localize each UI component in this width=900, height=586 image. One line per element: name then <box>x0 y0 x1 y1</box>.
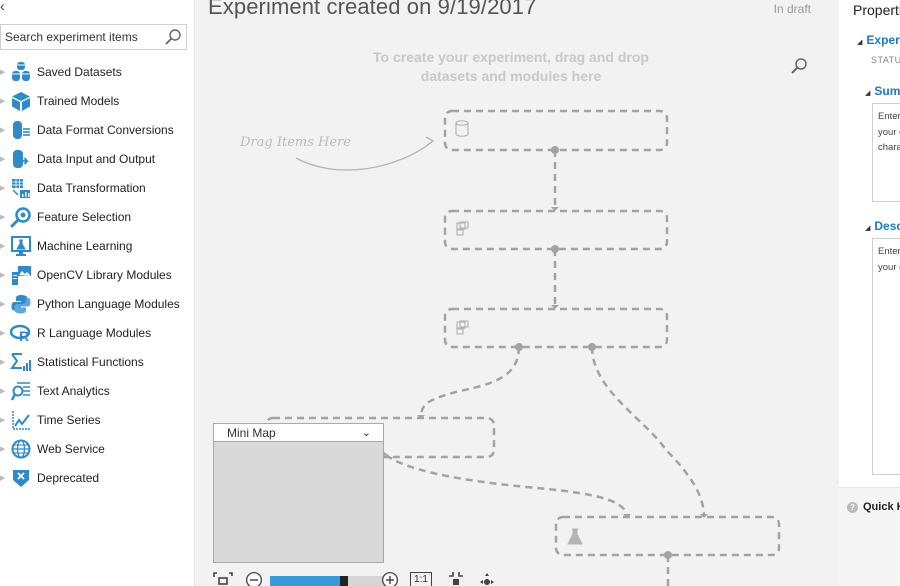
transform-module-icon <box>456 320 469 335</box>
palette-item-data-transformation[interactable]: ▶ Data Transformation <box>0 173 195 202</box>
expand-arrow-icon[interactable]: ▶ <box>0 155 10 163</box>
zoom-slider[interactable] <box>270 576 386 586</box>
opencv-icon <box>10 264 32 286</box>
expand-arrow-icon[interactable]: ▶ <box>0 300 10 308</box>
summary-textarea[interactable]: Enter a few sentences your experiment (u… <box>872 103 900 202</box>
fit-to-screen-icon[interactable] <box>212 571 234 586</box>
expand-arrow-icon[interactable]: ▶ <box>0 445 10 453</box>
properties-title: Properties <box>853 2 900 18</box>
minimap-label: Mini Map <box>227 425 276 440</box>
zoom-out-icon[interactable] <box>243 571 265 586</box>
search-input[interactable] <box>1 25 161 49</box>
palette-search <box>0 24 187 50</box>
statistics-icon <box>10 351 32 373</box>
placeholder-train-box <box>554 515 781 557</box>
placeholder-module-box-1 <box>443 209 669 251</box>
drag-arrow-head <box>425 136 435 146</box>
expand-arrow-icon[interactable]: ▶ <box>0 126 10 134</box>
palette-item-machine-learning[interactable]: ▶ Machine Learning <box>0 231 195 260</box>
r-language-icon: R <box>10 322 32 344</box>
experiment-canvas[interactable]: Experiment created on 9/19/2017 In draft… <box>196 0 839 586</box>
datasets-icon <box>10 61 32 83</box>
cube-icon <box>10 90 32 112</box>
chevron-left-icon: ‹ <box>0 0 5 14</box>
expand-arrow-icon[interactable]: ▶ <box>0 271 10 279</box>
description-section-header[interactable]: ◢Description <box>865 219 900 233</box>
module-palette: ‹ ▶ Saved Datasets ▶ Trained <box>0 0 195 586</box>
minimap-header[interactable]: Mini Map ⌄ <box>214 424 383 442</box>
palette-item-trained-models[interactable]: ▶ Trained Models <box>0 86 195 115</box>
collapse-triangle-icon: ◢ <box>865 90 871 97</box>
expand-arrow-icon[interactable]: ▶ <box>0 97 10 105</box>
flask-icon <box>567 528 583 545</box>
placeholder-dataset-box <box>443 109 669 152</box>
expand-arrow-icon[interactable]: ▶ <box>0 474 10 482</box>
data-transform-icon <box>10 177 32 199</box>
expand-arrow-icon[interactable]: ▶ <box>0 184 10 192</box>
zoom-toolbar: 1:1 <box>210 568 510 586</box>
quick-help-toggle[interactable]: ? Quick Help <box>847 501 900 513</box>
text-analytics-icon <box>10 380 32 402</box>
machine-learning-icon <box>10 235 32 257</box>
palette-item-statistical-functions[interactable]: ▶ Statistical Functions <box>0 347 195 376</box>
placeholder-module-box-2 <box>443 307 669 349</box>
palette-item-time-series[interactable]: ▶ Time Series <box>0 405 195 434</box>
palette-item-python[interactable]: ▶ Python Language Modules <box>0 289 195 318</box>
search-icon[interactable] <box>164 28 182 46</box>
transform-module-icon <box>456 221 469 236</box>
globe-icon <box>10 438 32 460</box>
zoom-slider-fill <box>270 576 340 586</box>
summary-section-header[interactable]: ◢Summary <box>865 84 900 98</box>
palette-item-data-input-output[interactable]: ▶ Data Input and Output <box>0 144 195 173</box>
python-icon <box>10 293 32 315</box>
azure-ml-studio: ‹ ▶ Saved Datasets ▶ Trained <box>0 0 900 586</box>
expand-arrow-icon[interactable]: ▶ <box>0 358 10 366</box>
palette-item-text-analytics[interactable]: ▶ Text Analytics <box>0 376 195 405</box>
expand-arrow-icon[interactable]: ▶ <box>0 242 10 250</box>
palette-list: ▶ Saved Datasets ▶ Trained Models ▶ Data… <box>0 57 195 492</box>
palette-item-deprecated[interactable]: ▶ Deprecated <box>0 463 195 492</box>
expand-arrow-icon[interactable]: ▶ <box>0 329 10 337</box>
expand-arrow-icon[interactable]: ▶ <box>0 213 10 221</box>
expand-arrow-icon[interactable]: ▶ <box>0 387 10 395</box>
zoom-in-icon[interactable] <box>379 571 401 586</box>
properties-panel: Properties ◢Experiment STATUS ◢Summary E… <box>839 0 900 586</box>
palette-item-web-service[interactable]: ▶ Web Service <box>0 434 195 463</box>
collapse-palette-button[interactable]: ‹ <box>0 0 16 14</box>
cylinder-icon <box>455 120 469 137</box>
time-series-icon <box>10 409 32 431</box>
quick-help-panel: ? Quick Help <box>839 487 900 586</box>
drag-arrow <box>295 141 433 171</box>
collapse-triangle-icon: ◢ <box>857 39 863 46</box>
palette-item-data-format-conversions[interactable]: ▶ Data Format Conversions <box>0 115 195 144</box>
chevron-down-icon[interactable]: ⌄ <box>362 426 371 439</box>
data-io-icon <box>10 148 32 170</box>
zoom-slider-thumb[interactable] <box>340 576 348 586</box>
collapse-triangle-icon: ◢ <box>865 225 871 232</box>
actual-size-button[interactable]: 1:1 <box>410 572 432 586</box>
expand-arrow-icon[interactable]: ▶ <box>0 68 10 76</box>
palette-item-r-language[interactable]: ▶ R R Language Modules <box>0 318 195 347</box>
expand-arrow-icon[interactable]: ▶ <box>0 416 10 424</box>
data-format-icon <box>10 119 32 141</box>
palette-item-saved-datasets[interactable]: ▶ Saved Datasets <box>0 57 195 86</box>
actual-size-label: 1:1 <box>414 574 428 585</box>
experiment-section-header[interactable]: ◢Experiment <box>857 33 900 47</box>
help-icon: ? <box>847 501 858 513</box>
status-label: STATUS <box>871 55 900 65</box>
palette-item-opencv[interactable]: ▶ OpenCV Library Modules <box>0 260 195 289</box>
center-view-icon[interactable] <box>446 571 466 586</box>
svg-text:R: R <box>19 328 29 344</box>
deprecated-icon <box>10 467 32 489</box>
feature-selection-icon <box>10 206 32 228</box>
palette-item-feature-selection[interactable]: ▶ Feature Selection <box>0 202 195 231</box>
description-textarea[interactable]: Enter a description your experiment <box>872 238 900 475</box>
minimap-panel[interactable]: Mini Map ⌄ <box>213 423 384 563</box>
pan-icon[interactable] <box>476 571 498 586</box>
